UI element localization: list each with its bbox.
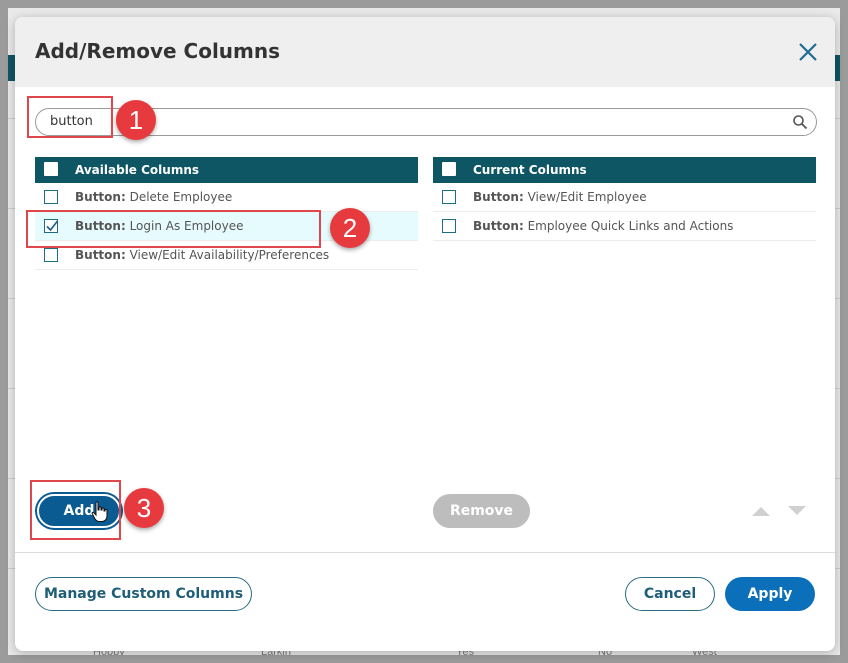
callout-badge-1: 1 [116,100,156,140]
dialog-title: Add/Remove Columns [35,39,281,63]
row-text: View/Edit Employee [527,190,647,204]
callout-highlight-add [30,480,121,540]
row-prefix: Button: [473,219,524,233]
current-columns-title: Current Columns [473,163,587,177]
available-columns-title: Available Columns [75,163,200,177]
select-all-current-checkbox[interactable] [442,162,456,176]
row-checkbox[interactable] [44,248,58,262]
apply-button[interactable]: Apply [725,577,815,611]
move-up-icon[interactable] [751,505,771,517]
row-label: Button: Delete Employee [75,190,232,204]
row-text: View/Edit Availability/Preferences [129,248,330,262]
manage-custom-columns-button[interactable]: Manage Custom Columns [35,577,252,611]
list-item[interactable]: Button: Employee Quick Links and Actions [433,212,816,241]
available-columns-header: Available Columns [35,157,418,183]
callout-highlight-row [26,210,321,248]
dialog-header: Add/Remove Columns [15,17,835,87]
select-all-available-checkbox[interactable] [44,162,58,176]
row-text: Delete Employee [129,190,233,204]
footer-divider [15,552,835,553]
callout-highlight-search [27,96,113,138]
search-input[interactable] [50,112,770,130]
row-checkbox[interactable] [44,190,58,204]
current-columns-panel: Current Columns Button: View/Edit Employ… [433,157,816,241]
close-icon [799,43,817,61]
current-columns-header: Current Columns [433,157,816,183]
list-item[interactable]: Button: View/Edit Employee [433,183,816,212]
row-label: Button: View/Edit Employee [473,190,647,204]
row-prefix: Button: [75,248,126,262]
close-button[interactable] [797,41,819,63]
move-down-icon[interactable] [787,505,807,517]
row-text: Employee Quick Links and Actions [527,219,734,233]
search-icon[interactable] [792,114,808,130]
callout-badge-2: 2 [330,208,370,248]
row-checkbox[interactable] [442,190,456,204]
row-prefix: Button: [473,190,524,204]
row-label: Button: View/Edit Availability/Preferenc… [75,248,329,262]
list-item[interactable]: Button: Delete Employee [35,183,418,212]
cancel-button[interactable]: Cancel [625,577,715,611]
row-label: Button: Employee Quick Links and Actions [473,219,733,233]
row-prefix: Button: [75,190,126,204]
row-checkbox[interactable] [442,219,456,233]
remove-button[interactable]: Remove [433,494,530,528]
callout-badge-3: 3 [124,488,164,528]
